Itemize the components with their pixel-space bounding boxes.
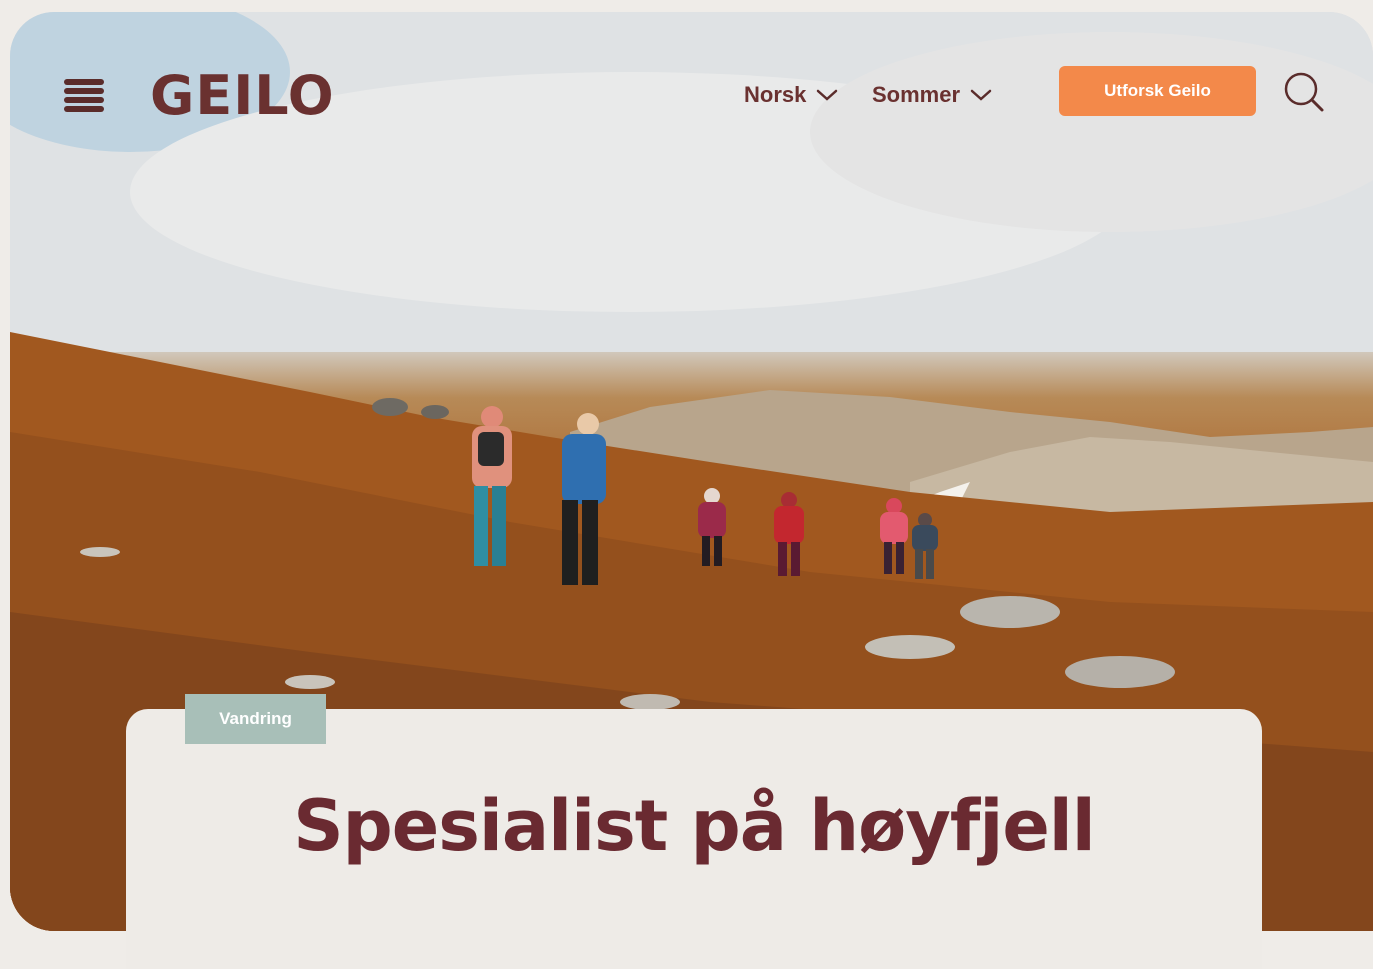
language-selector[interactable]: Norsk (744, 82, 838, 108)
chevron-down-icon (817, 89, 838, 101)
search-icon[interactable] (1282, 70, 1326, 114)
explore-geilo-button[interactable]: Utforsk Geilo (1059, 66, 1256, 116)
page: GEILO Norsk Sommer Utforsk Geilo Vandrin… (0, 0, 1373, 969)
hiker-1 (472, 406, 512, 566)
category-tag[interactable]: Vandring (185, 694, 326, 744)
site-logo[interactable]: GEILO (150, 64, 335, 127)
language-label: Norsk (744, 82, 807, 107)
season-label: Sommer (872, 82, 961, 107)
hamburger-icon[interactable] (64, 79, 104, 115)
page-title: Spesialist på høyfjell (293, 785, 1096, 867)
chevron-down-icon (970, 89, 992, 101)
season-selector[interactable]: Sommer (872, 82, 992, 108)
